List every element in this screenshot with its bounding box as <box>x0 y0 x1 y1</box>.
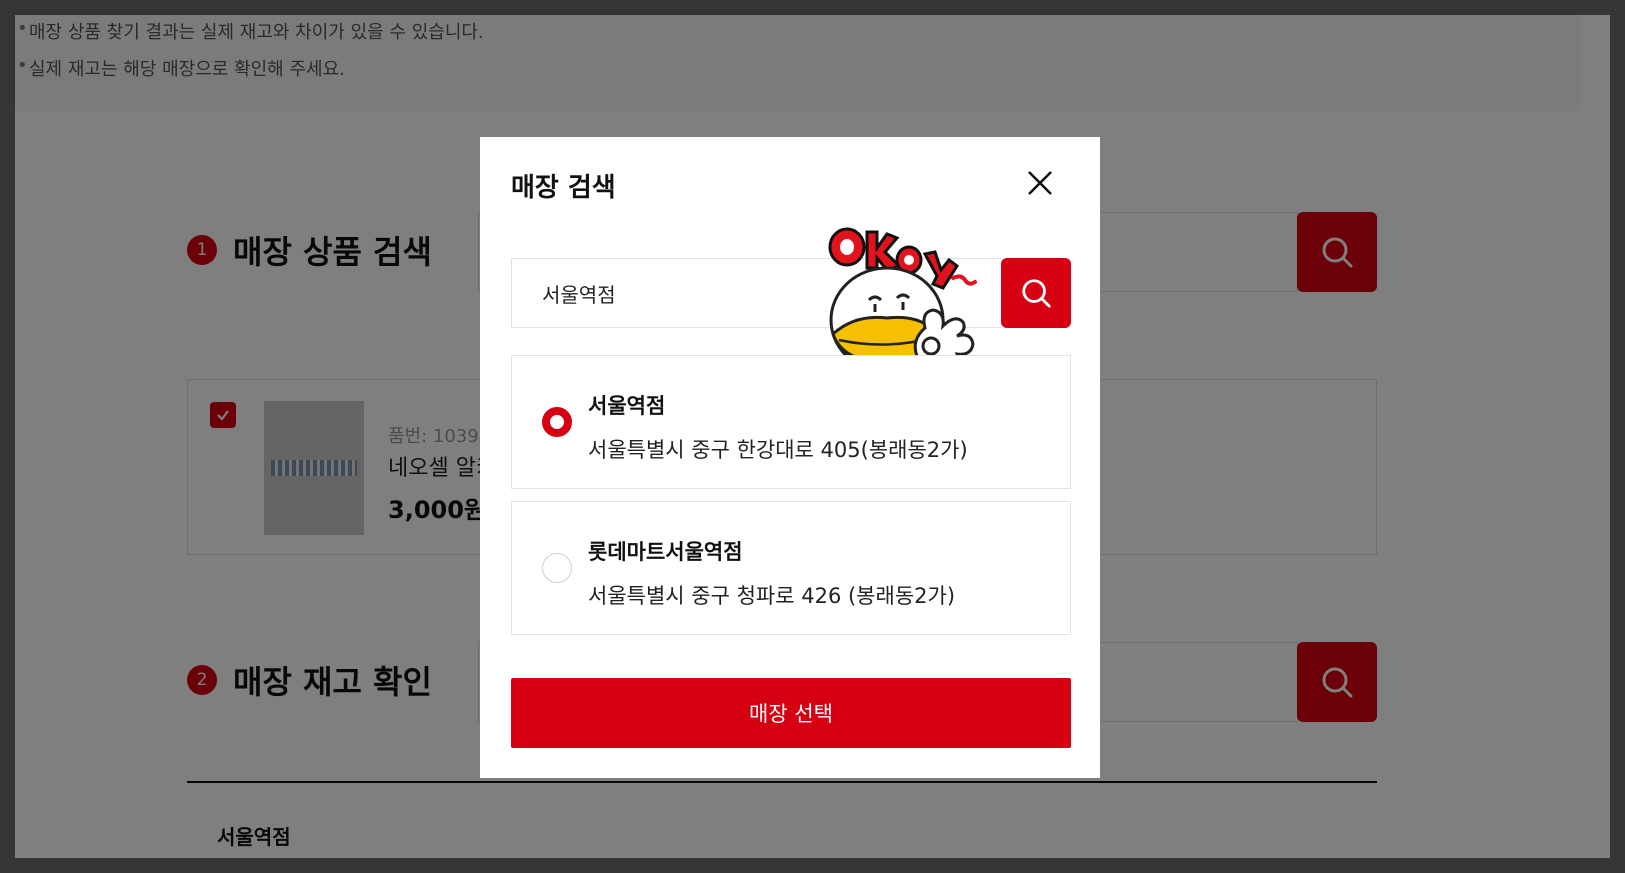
store-radio[interactable] <box>542 407 572 437</box>
store-address: 서울특별시 중구 한강대로 405(봉래동2가) <box>588 438 968 462</box>
store-name: 서울역점 <box>588 394 666 418</box>
close-button[interactable] <box>1020 163 1060 203</box>
modal-title: 매장 검색 <box>511 173 616 203</box>
store-radio[interactable] <box>542 553 572 583</box>
search-icon <box>1022 279 1051 308</box>
store-option[interactable]: 서울역점 서울특별시 중구 한강대로 405(봉래동2가) <box>511 355 1071 489</box>
store-name: 롯데마트서울역점 <box>588 540 743 564</box>
okay-duck-sticker <box>828 227 977 374</box>
close-icon <box>1028 171 1052 195</box>
store-search-modal: 매장 검색 서울역점 서울역점 서울특별시 중구 한강대로 405(봉래동2가)… <box>480 137 1100 778</box>
search-button[interactable] <box>1001 258 1071 328</box>
select-store-button[interactable]: 매장 선택 <box>511 678 1071 748</box>
store-option[interactable]: 롯데마트서울역점 서울특별시 중구 청파로 426 (봉래동2가) <box>511 501 1071 635</box>
store-address: 서울특별시 중구 청파로 426 (봉래동2가) <box>588 584 956 608</box>
